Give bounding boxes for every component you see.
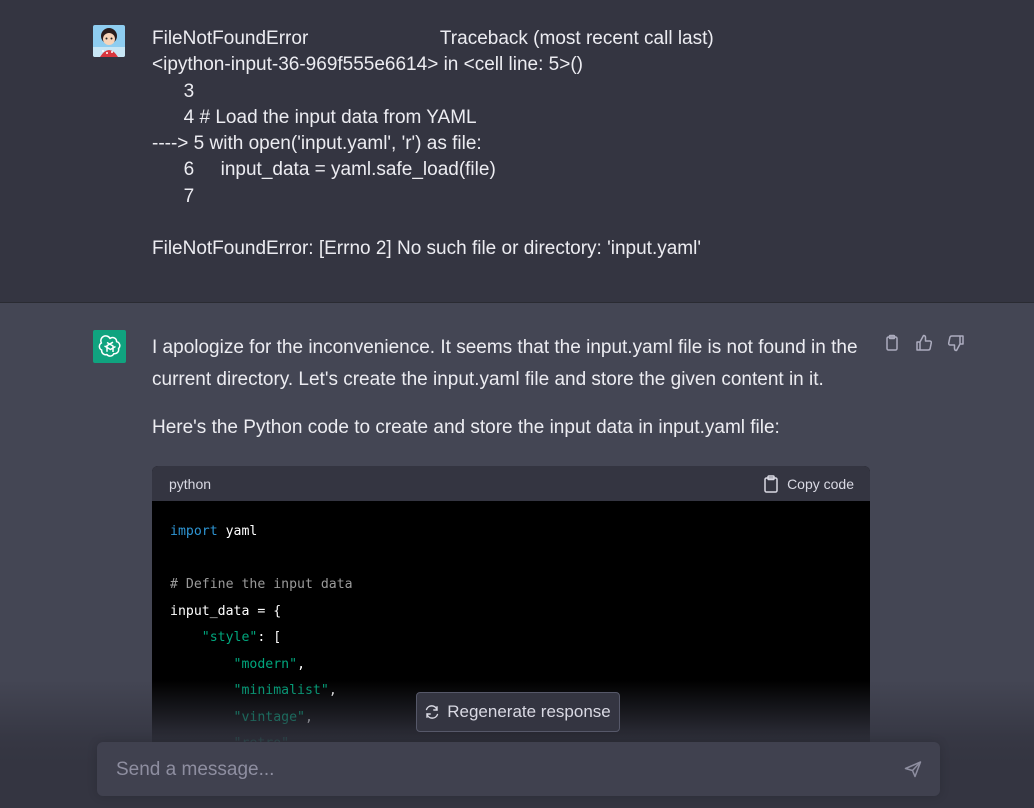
code-language-label: python xyxy=(169,475,212,492)
code-line: # Define the input data xyxy=(170,572,852,599)
clipboard-icon[interactable] xyxy=(882,333,902,353)
refresh-icon xyxy=(425,705,439,719)
message-actions xyxy=(882,333,966,353)
user-message-line: <ipython-input-36-969f555e6614> in <cell… xyxy=(152,54,583,76)
message-input[interactable] xyxy=(114,754,888,786)
chatgpt-logo-icon xyxy=(93,330,126,363)
message-composer xyxy=(97,742,940,796)
user-message-line xyxy=(152,210,714,236)
code-line: "modern", xyxy=(170,652,852,679)
code-line: "style": [ xyxy=(170,625,852,652)
regenerate-response-label: Regenerate response xyxy=(447,702,611,721)
code-line: input_data = { xyxy=(170,599,852,626)
user-message-line: ----> 5 with open('input.yaml', 'r') as … xyxy=(152,133,482,155)
user-message-line: 6 input_data = yaml.safe_load(file) xyxy=(152,159,496,181)
thumbs-up-icon[interactable] xyxy=(914,333,934,353)
code-token: import xyxy=(170,524,218,539)
user-avatar xyxy=(93,25,125,57)
code-token: , xyxy=(297,656,306,672)
assistant-paragraph-2: Here's the Python code to create and sto… xyxy=(152,417,780,438)
user-message-line: FileNotFoundError: [Errno 2] No such fil… xyxy=(152,238,701,260)
user-message-line: FileNotFoundError Traceback (most recent… xyxy=(152,28,714,49)
user-message-line: 4 # Load the input data from YAML xyxy=(152,106,477,128)
code-token: "modern" xyxy=(233,656,298,672)
clipboard-icon xyxy=(763,474,779,493)
copy-code-label: Copy code xyxy=(787,475,854,492)
code-token: # Define the input data xyxy=(170,577,353,592)
user-message-block: FileNotFoundError Traceback (most recent… xyxy=(0,0,1034,303)
code-block-header: python Copy code xyxy=(152,466,870,501)
code-token: "style" xyxy=(201,630,258,645)
code-line: import yaml xyxy=(170,519,852,546)
user-message-text: FileNotFoundError Traceback (most recent… xyxy=(152,26,714,263)
assistant-paragraph-1: I apologize for the inconvenience. It se… xyxy=(152,337,858,390)
send-icon[interactable] xyxy=(903,759,925,781)
code-token: yaml xyxy=(217,524,258,539)
copy-code-button[interactable]: Copy code xyxy=(763,474,854,493)
user-message-line: 3 xyxy=(152,80,195,102)
user-message-line: 7 xyxy=(152,185,195,207)
thumbs-down-icon[interactable] xyxy=(946,333,966,353)
regenerate-response-button[interactable]: Regenerate response xyxy=(416,692,620,732)
code-token: : [ xyxy=(257,630,282,645)
code-token: input_data = { xyxy=(170,603,282,619)
